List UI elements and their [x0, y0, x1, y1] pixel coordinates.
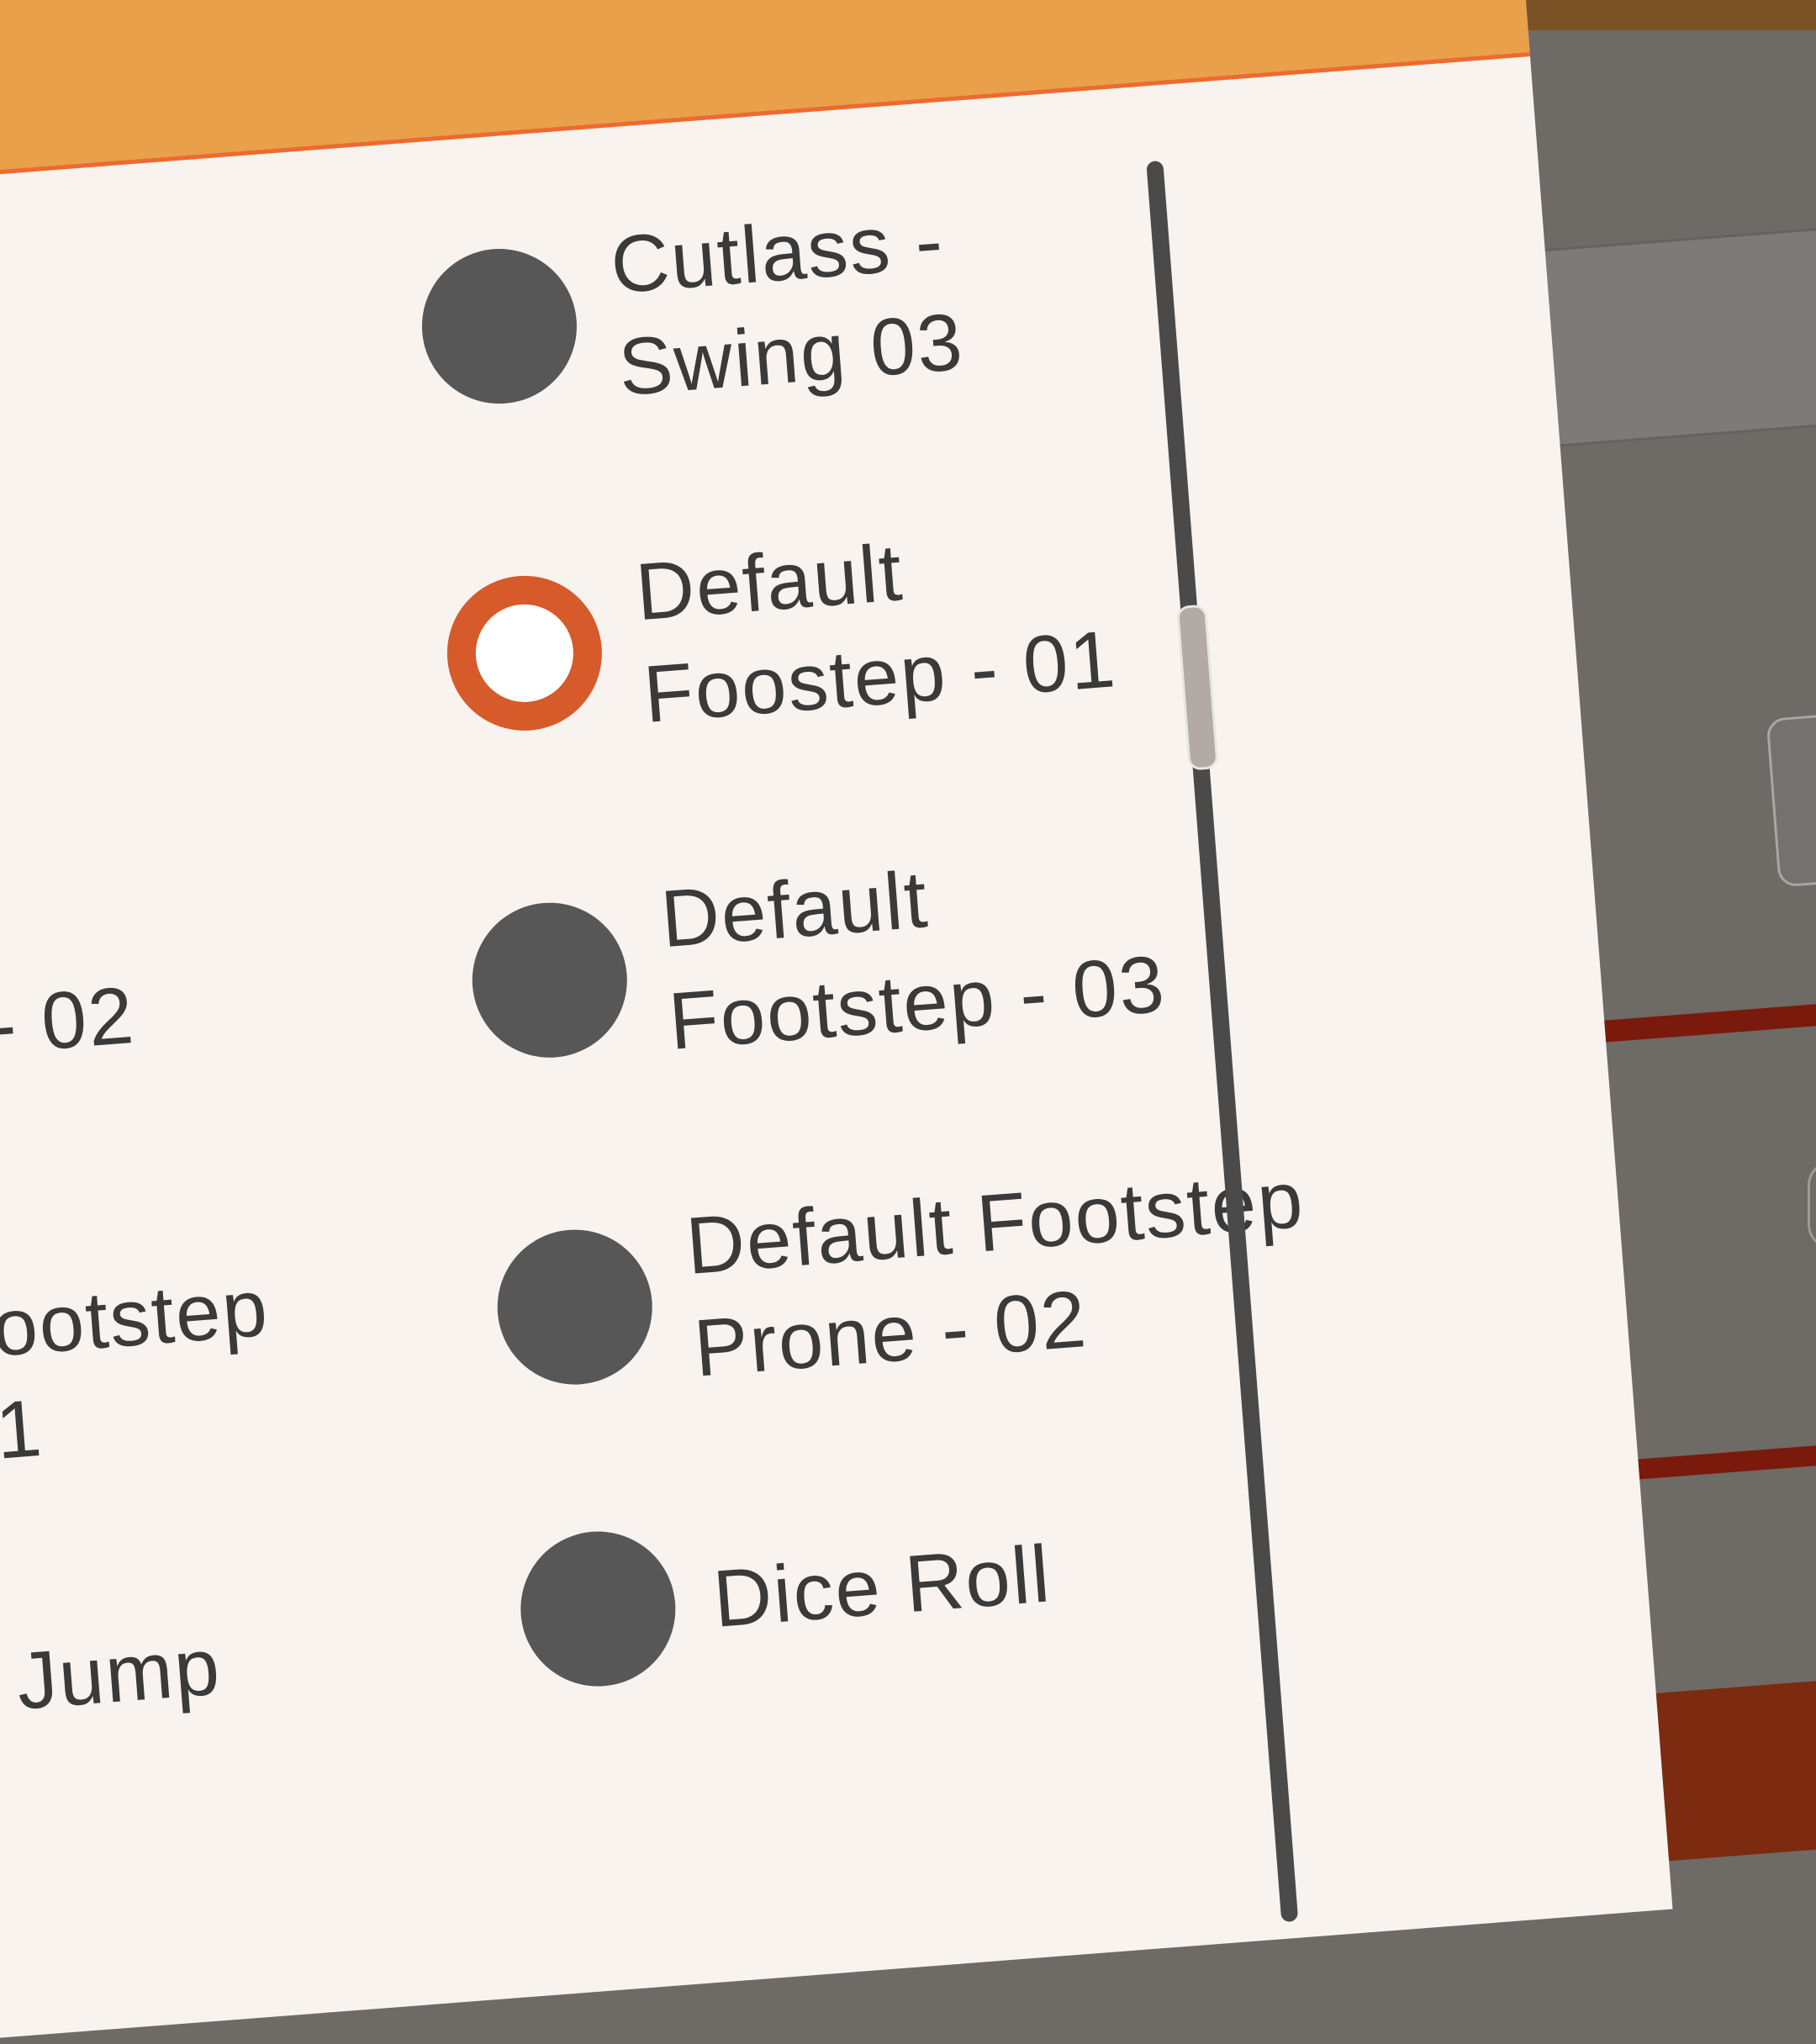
- option-label: t Jump: [0, 1621, 224, 1730]
- list-item-default-footstep-03[interactable]: Default Footstep - 03: [465, 831, 1169, 1088]
- sound-picker-panel: 2 p - 02 Footstep 01 t Jump Cutlass - Sw…: [0, 0, 1673, 2044]
- list-item-cutlass-swing-03[interactable]: Cutlass - Swing 03: [414, 188, 968, 434]
- list-item[interactable]: Footstep 01: [0, 1257, 280, 1502]
- background-toggle: [1808, 1160, 1816, 1249]
- list-item-dice-roll[interactable]: Dice Roll: [515, 1497, 1057, 1693]
- radio-unselected-icon[interactable]: [515, 1525, 682, 1693]
- scrollbar-track[interactable]: [1146, 160, 1299, 1923]
- radio-selected-icon[interactable]: [441, 570, 608, 737]
- option-label: Default Foostep - 01: [632, 527, 1120, 740]
- option-label: p - 02: [0, 969, 139, 1076]
- panel-header: [0, 0, 1530, 192]
- scrollbar-thumb[interactable]: [1175, 604, 1219, 771]
- list-item[interactable]: t Jump: [0, 1589, 226, 1777]
- background-card: [1766, 710, 1816, 888]
- option-label: Default Footstep Prone - 02: [683, 1154, 1307, 1394]
- list-item[interactable]: p - 02: [0, 938, 140, 1124]
- radio-unselected-icon[interactable]: [416, 243, 583, 409]
- option-label: Default Footstep - 03: [657, 854, 1169, 1067]
- option-label: Footstep 01: [0, 1262, 272, 1480]
- option-label: Cutlass - Swing 03: [607, 195, 968, 414]
- option-label: Dice Roll: [710, 1529, 1054, 1645]
- list-item-default-foostep-01[interactable]: Default Foostep - 01: [440, 505, 1120, 761]
- radio-unselected-icon[interactable]: [491, 1223, 658, 1391]
- list-item-default-footstep-prone-02[interactable]: Default Footstep Prone - 02: [490, 1149, 1316, 1415]
- radio-unselected-icon[interactable]: [467, 896, 633, 1064]
